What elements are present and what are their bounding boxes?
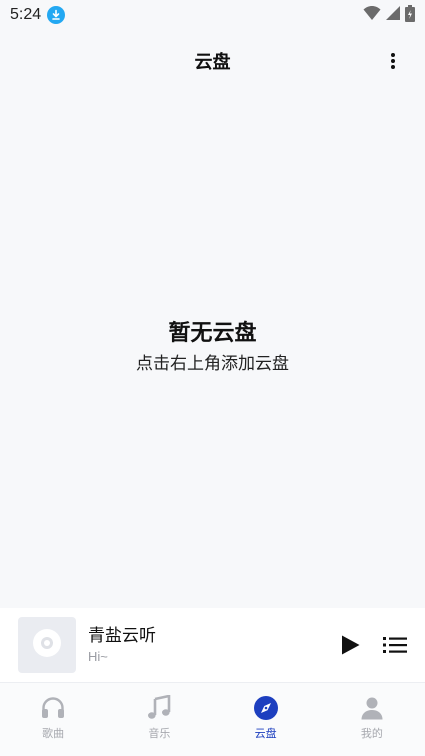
empty-state-title: 暂无云盘 [168,321,257,346]
person-icon [359,695,385,721]
playlist-icon[interactable] [383,635,407,655]
battery-charging-icon [405,4,415,26]
nav-label-music: 音乐 [148,727,171,740]
track-subtitle: Hi~ [88,649,108,664]
nav-item-mine[interactable]: 我的 [319,683,425,756]
track-title: 青盐云听 [88,626,156,646]
empty-state-subtitle: 点击右上角添加云盘 [136,354,289,374]
bottom-nav: 歌曲 音乐 云盘 我的 [0,682,425,756]
headphones-icon [40,695,66,721]
status-bar: 5:24 [0,0,425,30]
nav-label-songs: 歌曲 [42,727,65,740]
compass-icon [253,695,279,721]
status-icons [363,4,415,26]
signal-icon [385,5,401,25]
empty-state: 暂无云盘 点击右上角添加云盘 [0,318,425,377]
nav-item-cloud[interactable]: 云盘 [213,683,319,756]
app-bar: 云盘 [0,30,425,92]
mini-player[interactable]: 青盐云听 Hi~ [0,608,425,682]
page-title: 云盘 [194,52,231,73]
album-cover[interactable] [18,617,76,673]
disc-icon [32,628,62,662]
nav-label-mine: 我的 [360,727,383,740]
music-note-icon [146,695,172,721]
nav-label-cloud: 云盘 [254,727,277,740]
wifi-icon [363,5,381,25]
nav-item-music[interactable]: 音乐 [106,683,212,756]
track-info[interactable]: 青盐云听 Hi~ [88,624,156,666]
play-icon[interactable] [339,634,361,656]
nav-item-songs[interactable]: 歌曲 [0,683,106,756]
more-vert-icon[interactable] [383,51,403,71]
status-time: 5:24 [10,6,42,23]
download-icon [47,6,66,24]
player-controls [339,634,407,656]
